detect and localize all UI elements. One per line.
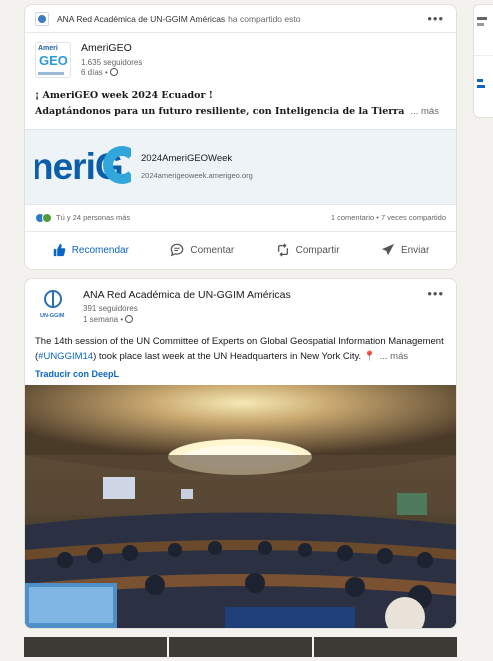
preview-title: 2024AmeriGEOWeek: [141, 153, 233, 165]
thumbnail[interactable]: [169, 636, 312, 657]
author-name[interactable]: ANA Red Académica de UN-GGIM Américas: [83, 289, 291, 303]
author-name[interactable]: AmeriGEO: [81, 42, 142, 56]
comment-label: Comentar: [190, 244, 235, 256]
sidebar-link-stub[interactable]: [477, 85, 485, 88]
shared-by-name[interactable]: ANA Red Académica de UN-GGIM Américas: [57, 14, 225, 24]
author-info: ANA Red Académica de UN-GGIM Américas 39…: [83, 289, 291, 325]
preview-url: 2024amerigeoweek.amerigeo.org: [141, 171, 253, 181]
see-more-link[interactable]: ... más: [410, 106, 439, 117]
post-time-text: 6 días •: [81, 68, 108, 78]
shared-post-card: ANA Red Académica de UN-GGIM Américas ha…: [24, 4, 457, 270]
globe-icon: [125, 314, 134, 323]
post-text-line1: ¡ AmeriGEO week 2024 Ecuador !: [35, 90, 213, 102]
post-card: ••• UN-GGIM ANA Red Académica de UN-GGIM…: [24, 277, 457, 629]
author-info: AmeriGEO 1.635 seguidores 6 días •: [81, 42, 142, 78]
share-label: Compartir: [295, 244, 340, 256]
comment-icon: [171, 243, 184, 257]
post-author: Ameri GEO AmeriGEO 1.635 seguidores 6 dí…: [25, 33, 456, 82]
reactions-count[interactable]: Tú y 24 personas más: [56, 213, 130, 222]
shared-by-bar: ANA Red Académica de UN-GGIM Américas ha…: [25, 5, 456, 33]
send-button[interactable]: Enviar: [381, 243, 429, 257]
preview-info: 2024AmeriGEOWeek 2024amerigeoweek.amerig…: [141, 153, 253, 180]
thumbnail[interactable]: [24, 636, 167, 657]
more-options-icon[interactable]: •••: [427, 12, 444, 25]
logo-text-top: Ameri: [38, 45, 58, 52]
author-followers: 391 seguidores: [83, 304, 138, 314]
amerigeo-logo[interactable]: Ameri GEO: [35, 42, 71, 78]
share-button[interactable]: Compartir: [276, 243, 340, 257]
post-text-line2: Adaptándonos para un futuro resiliente, …: [35, 104, 446, 119]
pin-emoji: 📍: [363, 350, 376, 362]
sidebar-text-stub: [477, 17, 487, 20]
post-actions: Recomendar Comentar Compartir Enviar: [25, 230, 456, 269]
photo-thumbnails[interactable]: [24, 636, 457, 657]
post-author: UN-GGIM ANA Red Académica de UN-GGIM Amé…: [25, 279, 456, 329]
post-photo[interactable]: [25, 384, 456, 628]
send-icon: [381, 244, 395, 256]
link-preview[interactable]: neriG 2024AmeriGEOWeek 2024amerigeoweek.…: [25, 128, 456, 205]
post-text-b: ) took place last week at the UN Headqua…: [93, 350, 362, 362]
un-ggim-logo[interactable]: UN-GGIM: [39, 289, 69, 319]
sidebar-text-stub: [477, 23, 484, 26]
logo-underline: [38, 72, 64, 75]
post-time: 1 semana •: [83, 314, 291, 325]
author-followers: 1.635 seguidores: [81, 57, 143, 67]
social-counts: Tú y 24 personas más 1 comentario • 7 ve…: [25, 205, 456, 231]
comments-shares-count[interactable]: 1 comentario • 7 veces compartido: [331, 213, 446, 222]
globe-icon: [109, 68, 118, 77]
post-text-line2-body: Adaptándonos para un futuro resiliente, …: [35, 105, 405, 117]
post-text: The 14th session of the UN Committee of …: [25, 329, 456, 364]
see-more-link[interactable]: ... más: [380, 351, 409, 362]
logo-text-main: GEO: [39, 53, 68, 68]
comment-button[interactable]: Comentar: [170, 243, 234, 257]
globe-emblem-icon: [44, 289, 62, 308]
feed: ANA Red Académica de UN-GGIM Américas ha…: [24, 4, 457, 657]
send-label: Enviar: [400, 244, 430, 256]
thumbs-up-icon: [53, 244, 66, 257]
celebrate-reaction-icon: [42, 212, 52, 223]
ggim-mini-logo-icon: [35, 11, 49, 26]
post-time-text: 1 semana •: [83, 314, 124, 324]
post-time: 6 días •: [81, 68, 142, 78]
post-text: ¡ AmeriGEO week 2024 Ecuador ! Adaptándo…: [25, 82, 456, 118]
repost-icon: [277, 243, 288, 257]
thumbnail[interactable]: [314, 636, 457, 657]
right-sidebar: [473, 4, 493, 118]
preview-image: neriG: [35, 142, 131, 192]
like-label: Recomendar: [71, 244, 129, 256]
more-options-icon[interactable]: •••: [427, 287, 444, 300]
reaction-icons[interactable]: [35, 212, 52, 223]
shared-suffix: ha compartido esto: [228, 13, 301, 24]
like-button[interactable]: Recomendar: [52, 243, 129, 257]
logo-text: UN-GGIM: [40, 312, 65, 319]
conference-room-image: [25, 384, 456, 628]
sidebar-divider: [474, 55, 493, 56]
translate-link[interactable]: Traducir con DeepL: [25, 365, 456, 385]
hashtag-link[interactable]: #UNGGIM14: [38, 351, 93, 362]
sidebar-link-stub[interactable]: [477, 79, 483, 82]
